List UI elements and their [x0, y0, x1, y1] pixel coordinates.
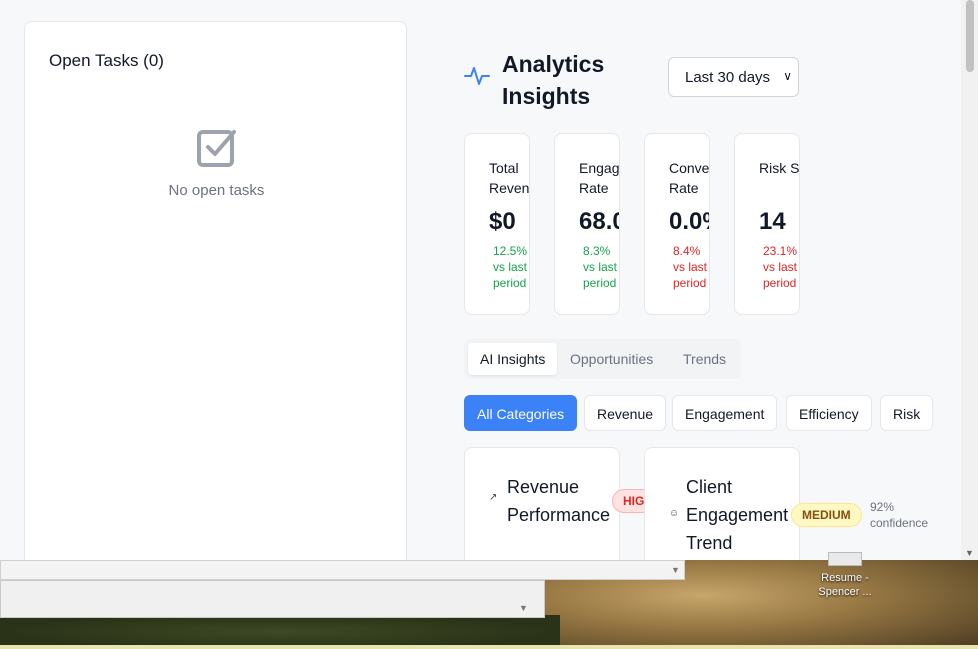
metric-card-risk-score: Risk Score 14 23.1% vs last period: [734, 133, 800, 315]
tab-trends[interactable]: Trends: [671, 343, 738, 375]
activity-icon: [464, 67, 490, 85]
category-engagement-button[interactable]: Engagement: [672, 395, 778, 431]
users-icon: ☺: [669, 508, 680, 519]
checkbox-check-icon: [197, 130, 236, 167]
date-range-value: Last 30 days: [685, 68, 771, 86]
vertical-scrollbar[interactable]: ▼: [961, 0, 978, 560]
insight-card-client-engagement[interactable]: ☺ Client Engagement Trend: [644, 447, 800, 560]
metric-label: Total Revenue: [489, 160, 530, 196]
scroll-down-arrow-icon[interactable]: ▼: [965, 548, 974, 558]
metric-card-conversion-rate: Conversion Rate 0.0% 8.4% vs last period: [644, 133, 710, 315]
category-revenue-button[interactable]: Revenue: [584, 395, 667, 431]
scroll-down-arrow-icon[interactable]: ▼: [671, 565, 680, 575]
category-risk-button[interactable]: Risk: [880, 395, 934, 431]
metric-delta: 8.4% vs last period: [673, 244, 708, 290]
metric-value: 0.0%: [669, 208, 709, 235]
metric-card-engagement-rate: Engagement Rate 68.0% 8.3% vs last perio…: [554, 133, 620, 315]
metric-label: Risk Score: [759, 160, 800, 176]
open-tasks-panel: Open Tasks (0) No open tasks: [24, 21, 407, 560]
category-all-button[interactable]: All Categories: [464, 395, 578, 431]
insight-title: Client Engagement Trend: [686, 477, 789, 553]
open-tasks-title: Open Tasks (0): [49, 51, 164, 70]
insight-card-revenue-performance[interactable]: ↗ Revenue Performance: [464, 447, 620, 560]
background-window: ▼: [0, 560, 685, 580]
tab-ai-insights[interactable]: AI Insights: [468, 343, 558, 375]
metric-card-total-revenue: Total Revenue $0 12.5% vs last period: [464, 133, 530, 315]
date-range-select[interactable]: Last 30 days ∨: [668, 57, 799, 97]
desktop-icon-label[interactable]: Resume - Spencer ...: [812, 571, 878, 599]
tab-opportunities[interactable]: Opportunities: [558, 343, 665, 375]
trend-icon: ↗: [489, 492, 498, 503]
confidence-text: 92% confidence: [870, 500, 929, 530]
analytics-title: Analytics Insights: [502, 51, 605, 109]
metric-value: 68.0%: [579, 208, 619, 235]
metric-value: $0: [489, 208, 516, 235]
metric-label: Engagement Rate: [579, 160, 620, 196]
metric-delta: 23.1% vs last period: [763, 244, 798, 290]
document-icon[interactable]: [828, 552, 862, 566]
metric-delta: 12.5% vs last period: [493, 244, 528, 290]
metric-label: Conversion Rate: [669, 160, 710, 196]
empty-tasks-text: No open tasks: [168, 182, 265, 199]
taskbar-edge: [0, 645, 978, 649]
background-window-2: ▼: [0, 580, 545, 618]
app-window: Open Tasks (0) No open tasks Analytics I…: [0, 0, 978, 560]
category-efficiency-button[interactable]: Efficiency: [786, 395, 872, 431]
chevron-down-icon: ∨: [783, 69, 792, 83]
insight-title: Revenue Performance: [507, 477, 611, 525]
metric-delta: 8.3% vs last period: [583, 244, 618, 290]
priority-badge: MEDIUM: [791, 503, 862, 527]
scroll-down-arrow-icon[interactable]: ▼: [519, 603, 528, 613]
metric-value: 14: [759, 208, 786, 235]
insight-tabs: AI Insights Opportunities Trends: [464, 339, 741, 379]
scrollbar-thumb[interactable]: [966, 0, 974, 72]
